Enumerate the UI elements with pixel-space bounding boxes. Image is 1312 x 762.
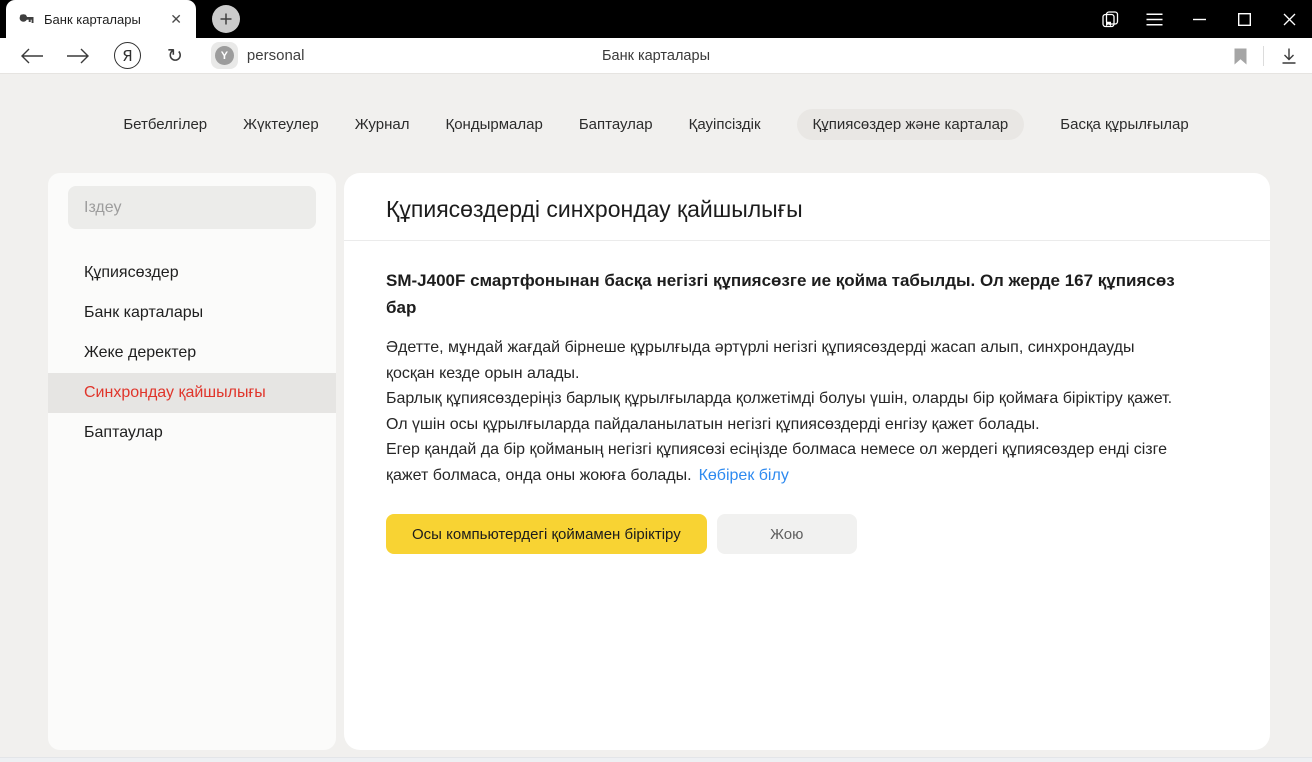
yandex-logo-button[interactable]: Я [114,42,141,69]
profile-circle-icon: Y [215,46,234,65]
browser-toolbar: Я ↻ Y personal Банк карталары [0,38,1312,74]
profile-badge-label: personal [247,47,305,64]
learn-more-link[interactable]: Көбірек білу [699,467,789,484]
sidebar: Құпиясөздер Банк карталары Жеке деректер… [48,173,336,750]
nav-item-bookmarks[interactable]: Бетбелгілер [123,109,207,140]
nav-item-downloads[interactable]: Жүктеулер [243,109,319,140]
minimize-icon [1193,18,1206,21]
profile-badge[interactable]: Y personal [211,42,305,69]
back-button[interactable] [12,38,52,74]
new-tab-button[interactable] [212,5,240,33]
close-window-button[interactable] [1267,0,1312,38]
description-paragraph: Егер қандай да бір қойманың негізгі құпи… [386,437,1180,488]
arrow-right-icon [66,48,90,64]
search-input[interactable] [68,186,316,229]
main-body: SM-J400F смартфонынан басқа негізгі құпи… [344,241,1228,554]
nav-item-security[interactable]: Қауіпсіздік [689,109,761,140]
maximize-icon [1238,13,1251,26]
minimize-button[interactable] [1177,0,1222,38]
main-header: Құпиясөздерді синхрондау қайшылығы [344,173,1270,223]
browser-tab[interactable]: Банк карталары ✕ [6,0,196,38]
conflict-description: Әдетте, мұндай жағдай бірнеше құрылғыда … [386,335,1180,488]
page-title: Банк карталары [0,38,1312,74]
description-paragraph: Барлық құпиясөздеріңіз барлық құрылғылар… [386,386,1180,437]
downloads-button[interactable] [1280,47,1298,65]
main-panel: Құпиясөздерді синхрондау қайшылығы SM-J4… [344,173,1270,750]
action-buttons: Осы компьютердегі қоймамен біріктіру Жою [386,514,1180,554]
window-titlebar: Банк карталары ✕ [0,0,1312,38]
toolbar-divider [1263,46,1264,66]
merge-vault-button[interactable]: Осы компьютердегі қоймамен біріктіру [386,514,707,554]
close-icon [1283,13,1296,26]
settings-nav: Бетбелгілер Жүктеулер Журнал Қондырмалар… [0,109,1312,140]
delete-vault-button[interactable]: Жою [717,514,857,554]
sidebar-item-passwords[interactable]: Құпиясөздер [48,253,336,293]
close-tab-icon[interactable]: ✕ [168,10,184,28]
sidebar-item-sync-conflict[interactable]: Синхрондау қайшылығы [48,373,336,413]
profile-icon-box: Y [211,42,238,69]
tab-panels-button[interactable] [1087,0,1132,38]
sidebar-item-settings[interactable]: Баптаулар [48,413,336,453]
download-icon [1280,47,1298,65]
sidebar-item-bank-cards[interactable]: Банк карталары [48,293,336,333]
nav-item-settings[interactable]: Баптаулар [579,109,653,140]
maximize-button[interactable] [1222,0,1267,38]
bookmark-button[interactable] [1234,48,1247,65]
window-controls [1087,0,1312,38]
arrow-left-icon [20,48,44,64]
sidebar-menu: Құпиясөздер Банк карталары Жеке деректер… [48,253,336,453]
plus-icon [219,12,233,26]
bookmark-icon [1234,48,1247,65]
section-title: Құпиясөздерді синхрондау қайшылығы [386,195,1228,223]
nav-item-other-devices[interactable]: Басқа құрылғылар [1060,109,1188,140]
nav-item-extensions[interactable]: Қондырмалар [445,109,542,140]
browser-menu-button[interactable] [1132,0,1177,38]
toolbar-right [1234,38,1298,74]
hamburger-icon [1146,13,1163,26]
nav-item-history[interactable]: Журнал [355,109,410,140]
tab-title: Банк карталары [44,12,168,27]
description-paragraph: Әдетте, мұндай жағдай бірнеше құрылғыда … [386,335,1180,386]
key-icon [18,11,35,28]
panels-icon [1101,10,1119,28]
sidebar-item-personal-data[interactable]: Жеке деректер [48,333,336,373]
forward-button[interactable] [58,38,98,74]
window-bottom-edge [0,757,1312,762]
nav-item-passwords-cards[interactable]: Құпиясөздер және карталар [797,109,1025,140]
refresh-button[interactable]: ↻ [167,38,183,74]
conflict-heading: SM-J400F смартфонынан басқа негізгі құпи… [386,267,1180,321]
